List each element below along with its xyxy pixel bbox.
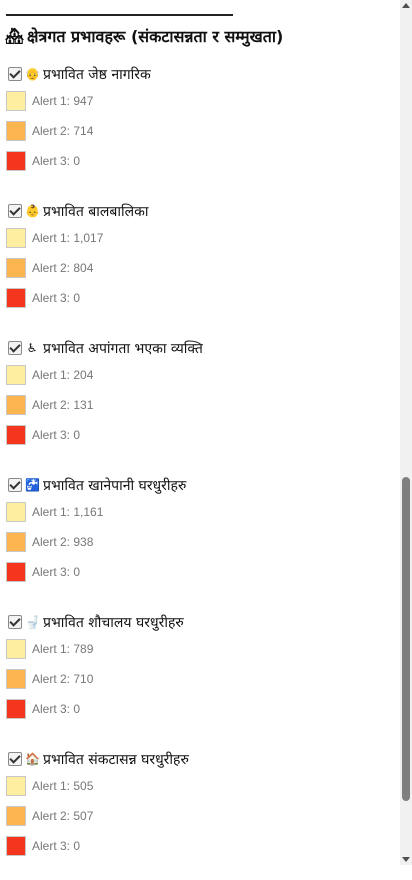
alert1-label: Alert 1: 789 xyxy=(32,642,94,656)
alert3-label: Alert 3: 0 xyxy=(32,154,81,168)
alert2-label: Alert 2: 507 xyxy=(32,809,94,823)
water-tap-icon: 🚰 xyxy=(25,478,40,492)
alert1-label: Alert 1: 204 xyxy=(32,368,94,382)
alert1-swatch xyxy=(6,228,26,248)
alert3-label: Alert 3: 0 xyxy=(32,702,81,716)
legend-row-alert1: Alert 1: 947 xyxy=(6,89,398,113)
alert1-swatch xyxy=(6,91,26,111)
alert2-swatch xyxy=(6,806,26,826)
layer-checkbox[interactable] xyxy=(8,204,22,218)
scrollbar[interactable] xyxy=(400,0,412,865)
legend-row-alert2: Alert 2: 507 xyxy=(6,804,398,828)
layer-elderly: 👴 प्रभावित जेष्ठ नागरिक Alert 1: 947 Ale… xyxy=(6,65,398,195)
legend-row-alert2: Alert 2: 131 xyxy=(6,393,398,417)
legend-row-alert1: Alert 1: 789 xyxy=(6,637,398,661)
alert3-swatch xyxy=(6,151,26,171)
alert2-swatch xyxy=(6,395,26,415)
layer-checkbox[interactable] xyxy=(8,615,22,629)
alert2-swatch xyxy=(6,669,26,689)
alert2-label: Alert 2: 710 xyxy=(32,672,94,686)
alert3-swatch xyxy=(6,288,26,308)
alert1-swatch xyxy=(6,502,26,522)
alert2-swatch xyxy=(6,258,26,278)
alert3-label: Alert 3: 0 xyxy=(32,291,81,305)
alert2-swatch xyxy=(6,121,26,141)
alert1-swatch xyxy=(6,776,26,796)
layer-water: 🚰 प्रभावित खानेपानी घरधुरीहरु Alert 1: 1… xyxy=(6,476,398,606)
alert1-label: Alert 1: 505 xyxy=(32,779,94,793)
section-title-text: क्षेत्रगत प्रभावहरू (संकटासन्नता र सम्मु… xyxy=(27,27,284,46)
alert3-label: Alert 3: 0 xyxy=(32,565,81,579)
alert1-label: Alert 1: 1,017 xyxy=(32,231,104,245)
legend-row-alert1: Alert 1: 1,017 xyxy=(6,226,398,250)
alert1-label: Alert 1: 1,161 xyxy=(32,505,104,519)
alert3-label: Alert 3: 0 xyxy=(32,839,81,853)
legend-row-alert3: Alert 3: 0 xyxy=(6,423,398,447)
alert3-swatch xyxy=(6,836,26,856)
alert3-swatch xyxy=(6,425,26,445)
legend-row-alert3: Alert 3: 0 xyxy=(6,834,398,858)
alert2-label: Alert 2: 131 xyxy=(32,398,94,412)
alert1-label: Alert 1: 947 xyxy=(32,94,94,108)
child-icon: 👶 xyxy=(25,204,40,218)
legend-row-alert3: Alert 3: 0 xyxy=(6,286,398,310)
layer-vulnerable-households: 🏠 प्रभावित संकटासन्न घरधुरीहरु Alert 1: … xyxy=(6,750,398,880)
alert2-label: Alert 2: 804 xyxy=(32,261,94,275)
layer-label: प्रभावित शौचालय घरधुरीहरु xyxy=(43,614,184,631)
layer-checkbox[interactable] xyxy=(8,752,22,766)
wheelchair-icon: ♿ xyxy=(26,341,38,355)
house-icon: 🏠 xyxy=(25,752,40,766)
legend-panel: 🏘 क्षेत्रगत प्रभावहरू (संकटासन्नता र सम्… xyxy=(0,0,398,865)
divider xyxy=(6,14,233,16)
elderly-icon: 👴 xyxy=(25,67,40,81)
layer-children: 👶 प्रभावित बालबालिका Alert 1: 1,017 Aler… xyxy=(6,202,398,332)
layer-checkbox[interactable] xyxy=(8,478,22,492)
scroll-down-arrow-icon[interactable] xyxy=(402,857,410,862)
legend-row-alert2: Alert 2: 710 xyxy=(6,667,398,691)
scroll-up-arrow-icon[interactable] xyxy=(402,3,410,8)
layer-checkbox[interactable] xyxy=(8,67,22,81)
alert2-label: Alert 2: 714 xyxy=(32,124,94,138)
alert2-swatch xyxy=(6,532,26,552)
layer-label: प्रभावित संकटासन्न घरधुरीहरु xyxy=(43,751,189,768)
layer-label: प्रभावित जेष्ठ नागरिक xyxy=(43,66,151,83)
alert1-swatch xyxy=(6,639,26,659)
legend-row-alert3: Alert 3: 0 xyxy=(6,149,398,173)
legend-row-alert3: Alert 3: 0 xyxy=(6,697,398,721)
alert3-swatch xyxy=(6,699,26,719)
legend-row-alert2: Alert 2: 938 xyxy=(6,530,398,554)
section-title: 🏘 क्षेत्रगत प्रभावहरू (संकटासन्नता र सम्… xyxy=(5,25,397,47)
layer-toilet: 🚽 प्रभावित शौचालय घरधुरीहरु Alert 1: 789… xyxy=(6,613,398,743)
layer-disabled: ♿ प्रभावित अपांगता भएका व्यक्ति Alert 1:… xyxy=(6,339,398,469)
scrollbar-thumb[interactable] xyxy=(402,477,410,801)
alert2-label: Alert 2: 938 xyxy=(32,535,94,549)
legend-row-alert1: Alert 1: 204 xyxy=(6,363,398,387)
legend-row-alert3: Alert 3: 0 xyxy=(6,560,398,584)
layer-checkbox[interactable] xyxy=(8,341,22,355)
alert1-swatch xyxy=(6,365,26,385)
alert3-label: Alert 3: 0 xyxy=(32,428,81,442)
legend-row-alert2: Alert 2: 714 xyxy=(6,119,398,143)
alert3-swatch xyxy=(6,562,26,582)
layer-label: प्रभावित खानेपानी घरधुरीहरु xyxy=(43,477,187,494)
layer-label: प्रभावित बालबालिका xyxy=(43,203,149,220)
toilet-icon: 🚽 xyxy=(25,615,40,629)
legend-row-alert2: Alert 2: 804 xyxy=(6,256,398,280)
legend-row-alert1: Alert 1: 1,161 xyxy=(6,500,398,524)
layer-label: प्रभावित अपांगता भएका व्यक्ति xyxy=(43,340,203,357)
legend-row-alert1: Alert 1: 505 xyxy=(6,774,398,798)
houses-icon: 🏘 xyxy=(5,27,25,45)
